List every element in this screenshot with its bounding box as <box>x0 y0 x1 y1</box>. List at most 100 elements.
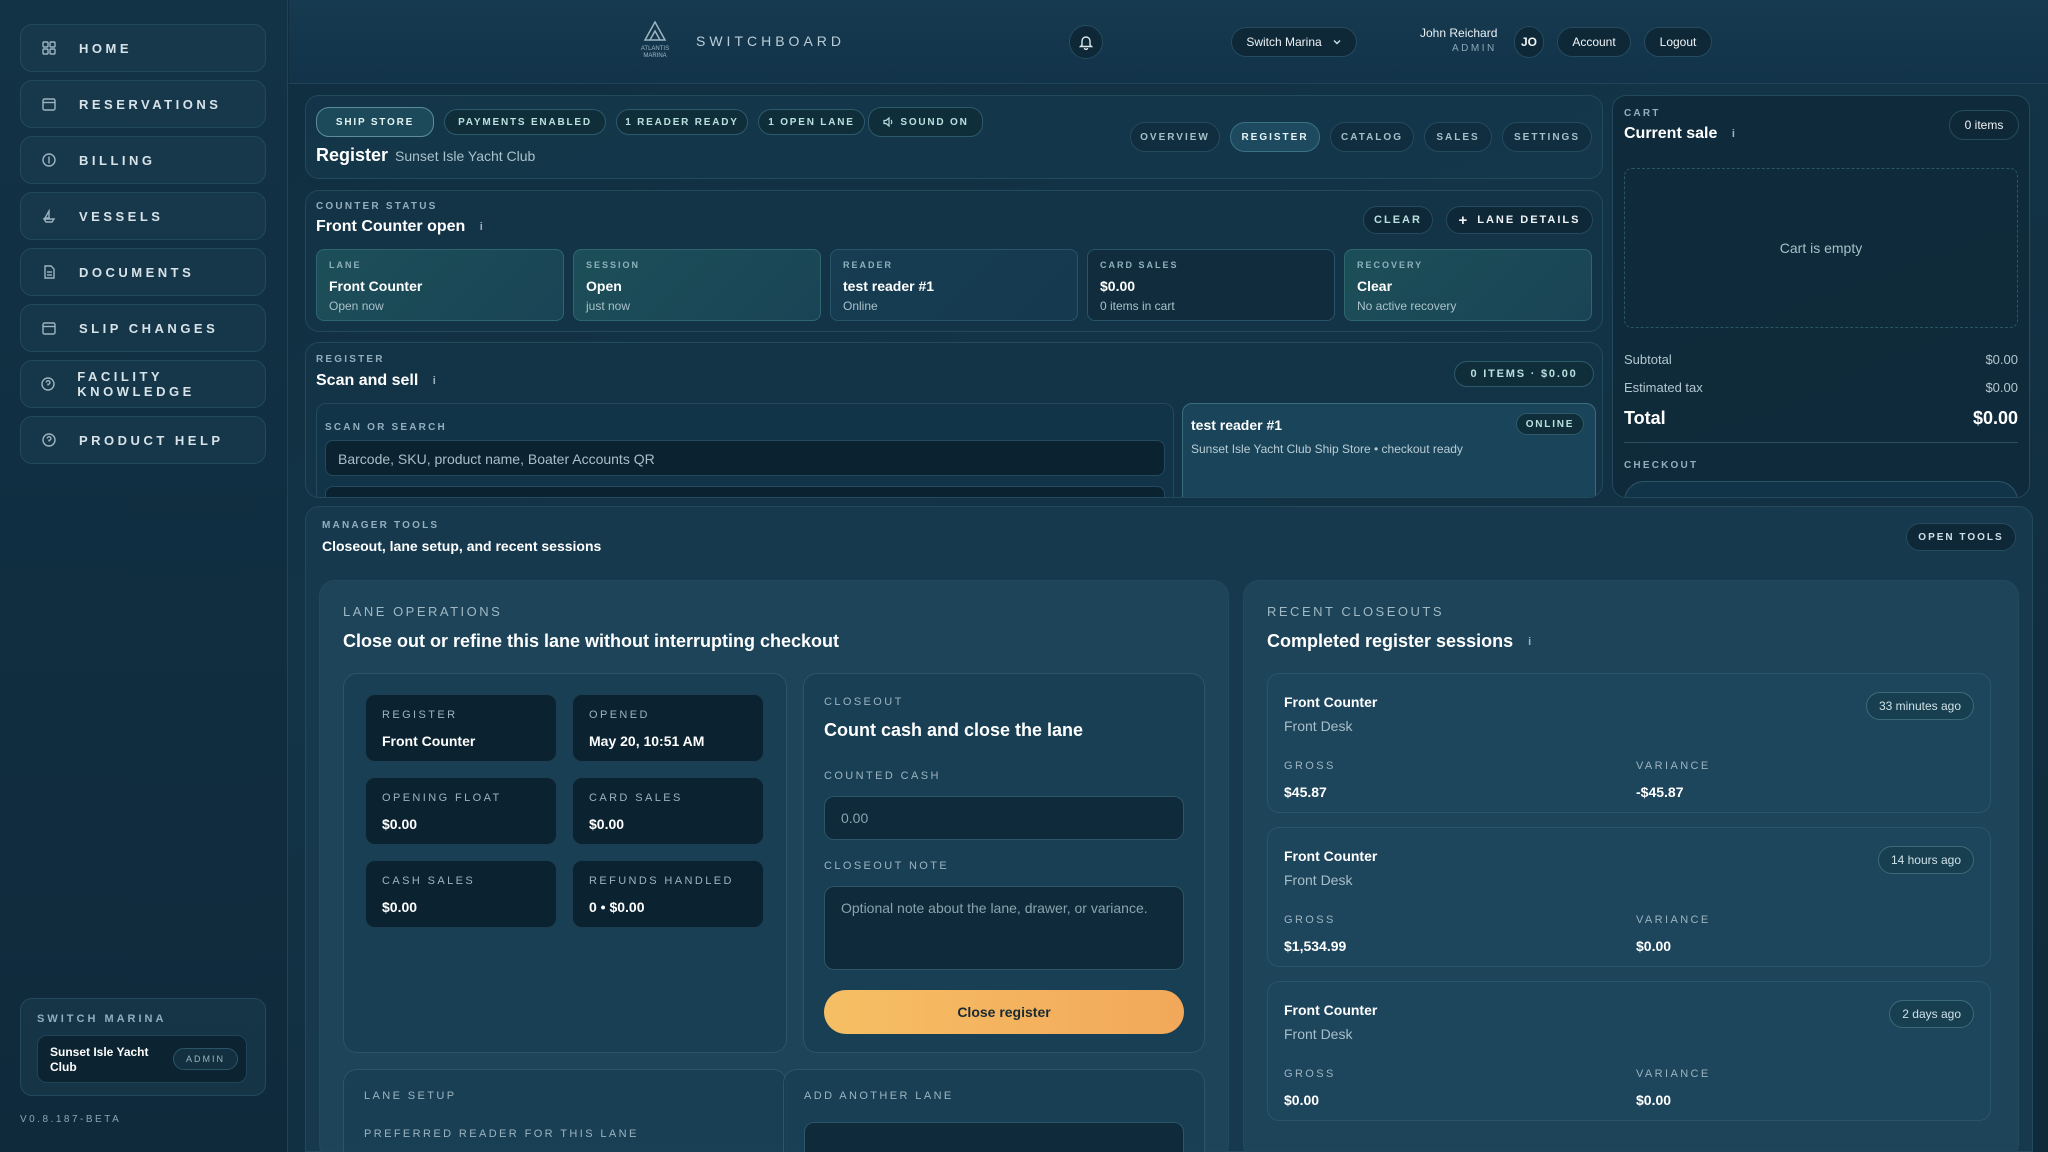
closeout-time-badge: 14 hours ago <box>1877 846 1974 874</box>
page-title: Register <box>316 145 389 165</box>
payments-enabled-tag: PAYMENTS ENABLED <box>444 109 606 135</box>
sidebar-item-documents[interactable]: DOCUMENTS <box>20 248 266 296</box>
closeout-title: Count cash and close the lane <box>824 720 1084 740</box>
info-icon[interactable]: i <box>480 221 483 233</box>
stat-value: Clear <box>1357 278 1393 294</box>
cart-heading: Current sale i <box>1624 125 1735 143</box>
sidebar-item-slip-changes[interactable]: SLIP CHANGES <box>20 304 266 352</box>
notifications-button[interactable] <box>1069 25 1103 59</box>
document-icon <box>41 264 57 280</box>
switch-marina-dropdown[interactable]: Switch Marina <box>1231 27 1357 57</box>
manager-caption: MANAGER TOOLS <box>322 520 440 531</box>
preferred-reader-label: PREFERRED READER FOR THIS LANE <box>364 1128 639 1140</box>
sidebar-item-billing[interactable]: BILLING <box>20 136 266 184</box>
checkout-buttons[interactable] <box>1624 481 2018 497</box>
closeout-row[interactable]: Front Counter Front Desk 33 minutes ago … <box>1267 673 1991 813</box>
search-caption: SCAN OR SEARCH <box>325 422 447 433</box>
variance-value: $0.00 <box>1636 1092 1672 1108</box>
stat-value: Open <box>586 278 622 294</box>
cart-title: Current sale <box>1624 125 1718 142</box>
total-value: $0.00 <box>1972 408 2018 428</box>
stat-sub: Open now <box>329 299 384 313</box>
closeout-form: CLOSEOUT Count cash and close the lane C… <box>803 673 1205 1053</box>
lane-ops-title: Close out or refine this lane without in… <box>343 631 840 651</box>
scan-title: Scan and sell <box>316 372 419 389</box>
lane-stat-card: LANE Front Counter Open now <box>316 249 564 321</box>
cash-sales-mini: CASH SALES $0.00 <box>365 860 557 928</box>
card-sales-stat-card: CARD SALES $0.00 0 items in cart <box>1087 249 1335 321</box>
closeout-location: Front Desk <box>1284 1026 1353 1042</box>
tab-overview[interactable]: OVERVIEW <box>1130 122 1220 152</box>
sound-toggle-label: SOUND ON <box>900 116 969 128</box>
scan-heading: Scan and sell i <box>316 372 436 390</box>
sidebar-item-label: FACILITY KNOWLEDGE <box>77 369 195 399</box>
atlantis-logo-icon: ATLANTIS MARINA <box>641 20 669 59</box>
lane-details-button[interactable]: + LANE DETAILS <box>1446 206 1593 234</box>
svg-text:ATLANTIS: ATLANTIS <box>641 46 669 52</box>
tax-value: $0.00 <box>1985 380 2018 395</box>
sidebar-item-reservations[interactable]: RESERVATIONS <box>20 80 266 128</box>
user-name: John Reichard <box>1420 26 1498 40</box>
top-bar: ATLANTIS MARINA SWITCHBOARD Switch Marin… <box>289 0 2048 84</box>
help-icon <box>41 432 57 448</box>
closeout-row[interactable]: Front Counter Front Desk 2 days ago GROS… <box>1267 981 1991 1121</box>
cart-caption: CART <box>1624 108 1661 119</box>
sidebar-item-facility-knowledge[interactable]: FACILITY KNOWLEDGE <box>20 360 266 408</box>
tab-catalog[interactable]: CATALOG <box>1330 122 1414 152</box>
mini-value: $0.00 <box>382 816 418 832</box>
tab-settings[interactable]: SETTINGS <box>1502 122 1592 152</box>
logout-button[interactable]: Logout <box>1644 27 1712 57</box>
scan-and-sell-panel: REGISTER Scan and sell i 0 ITEMS · $0.00… <box>305 342 1603 498</box>
card-sales-mini: CARD SALES $0.00 <box>572 777 764 845</box>
mini-value: 0 • $0.00 <box>589 899 645 915</box>
stat-sub: No active recovery <box>1357 299 1457 313</box>
closeout-caption: CLOSEOUT <box>824 696 904 708</box>
counted-cash-input[interactable]: 0.00 <box>824 796 1184 840</box>
account-button[interactable]: Account <box>1557 27 1631 57</box>
marina-select[interactable]: Sunset Isle Yacht Club ADMIN <box>37 1035 247 1083</box>
user-role: ADMIN <box>1452 43 1497 54</box>
gross-label: GROSS <box>1284 760 1336 772</box>
sidebar-item-vessels[interactable]: VESSELS <box>20 192 266 240</box>
variance-label: VARIANCE <box>1636 914 1711 926</box>
plus-icon: + <box>1458 211 1470 229</box>
counter-status-heading: Front Counter open i <box>316 218 483 236</box>
ship-store-tag[interactable]: SHIP STORE <box>316 107 434 137</box>
calendar-icon <box>41 320 57 336</box>
gross-value: $0.00 <box>1284 1092 1320 1108</box>
page-subtitle: Sunset Isle Yacht Club <box>395 148 536 164</box>
secondary-input[interactable] <box>325 486 1165 497</box>
tab-sales[interactable]: SALES <box>1424 122 1492 152</box>
close-register-button[interactable]: Close register <box>824 990 1184 1034</box>
cart-count-badge: 0 items <box>1949 110 2019 140</box>
clear-button[interactable]: CLEAR <box>1363 206 1433 234</box>
svg-text:MARINA: MARINA <box>643 53 666 59</box>
tab-register[interactable]: REGISTER <box>1230 122 1320 152</box>
search-input[interactable]: Barcode, SKU, product name, Boater Accou… <box>325 440 1165 476</box>
closeout-note-textarea[interactable]: Optional note about the lane, drawer, or… <box>824 886 1184 970</box>
brand-name: SWITCHBOARD <box>696 33 845 49</box>
closeout-register: Front Counter <box>1284 694 1378 710</box>
info-icon[interactable]: i <box>1528 636 1531 648</box>
sidebar-item-label: VESSELS <box>79 208 164 224</box>
info-icon[interactable]: i <box>433 375 436 387</box>
lane-setup: LANE SETUP PREFERRED READER FOR THIS LAN… <box>343 1069 787 1152</box>
sidebar-item-home[interactable]: HOME <box>20 24 266 72</box>
sidebar-item-product-help[interactable]: PRODUCT HELP <box>20 416 266 464</box>
info-icon[interactable]: i <box>1732 128 1735 140</box>
stat-key: CARD SALES <box>1100 260 1179 270</box>
open-tools-button[interactable]: OPEN TOOLS <box>1906 523 2016 551</box>
sound-toggle[interactable]: SOUND ON <box>868 107 983 137</box>
gross-value: $1,534.99 <box>1284 938 1347 954</box>
closeout-time-badge: 2 days ago <box>1889 1000 1974 1028</box>
closeout-note-label: CLOSEOUT NOTE <box>824 860 950 872</box>
sidebar-item-label: BILLING <box>79 152 156 168</box>
mini-key: CARD SALES <box>589 792 683 804</box>
variance-value: -$45.87 <box>1636 784 1684 800</box>
avatar[interactable]: JO <box>1514 26 1544 58</box>
dollar-icon <box>41 152 57 168</box>
new-lane-input[interactable] <box>804 1122 1184 1152</box>
closeout-row[interactable]: Front Counter Front Desk 14 hours ago GR… <box>1267 827 1991 967</box>
role-badge: ADMIN <box>173 1048 238 1070</box>
mini-key: OPENED <box>589 709 650 721</box>
